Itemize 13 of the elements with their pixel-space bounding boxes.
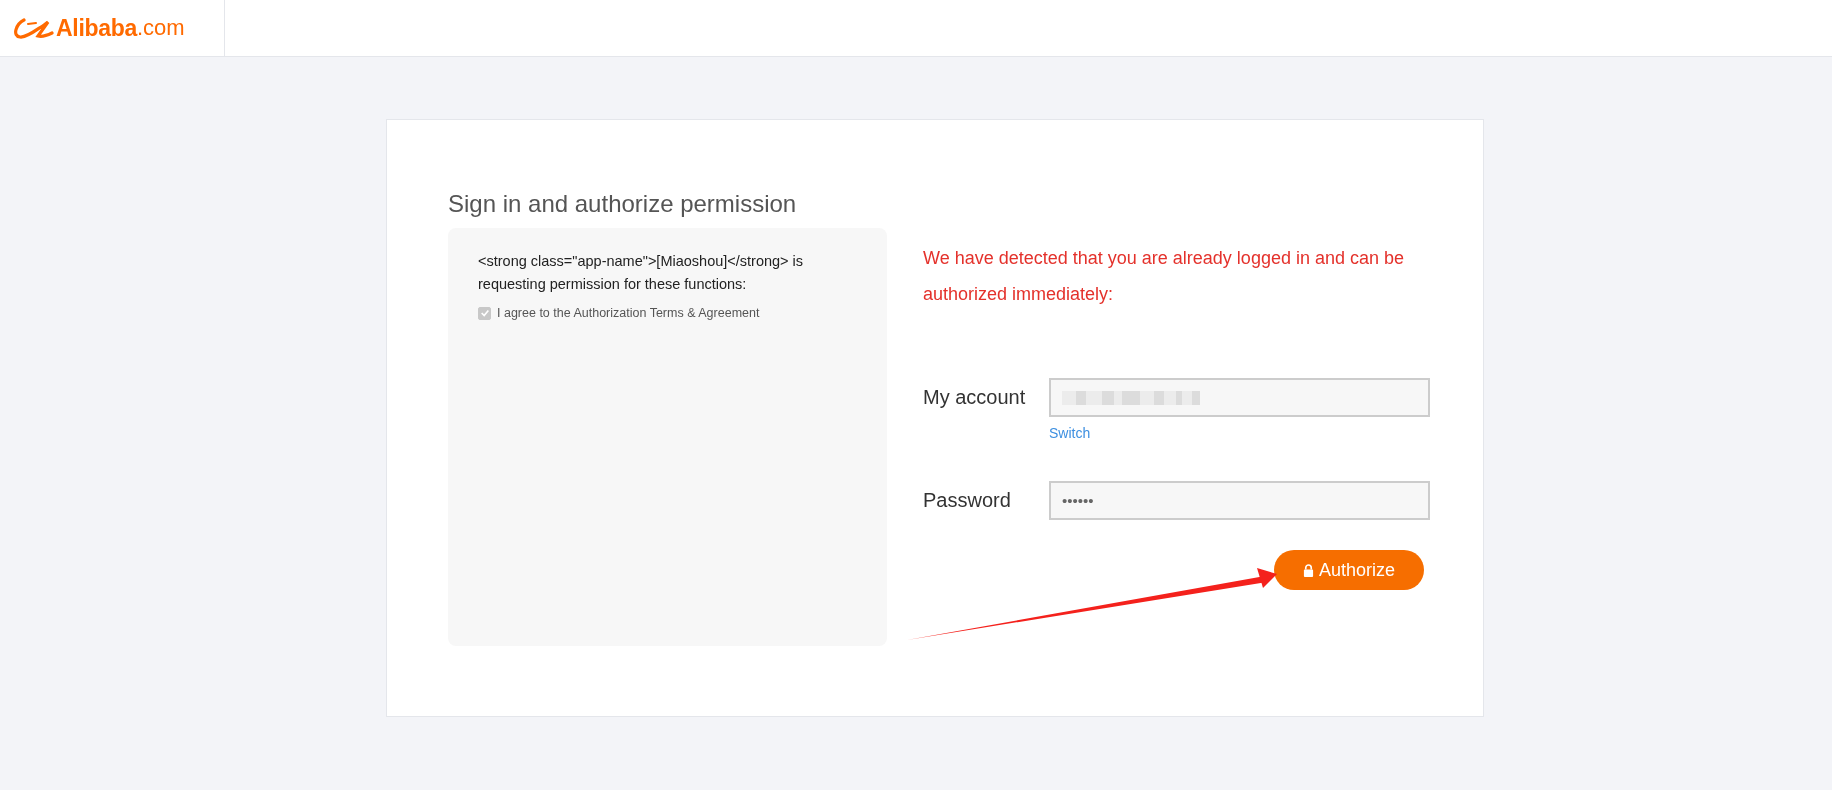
switch-link[interactable]: Switch xyxy=(1049,425,1091,441)
agreement-label: I agree to the Authorization Terms & Agreement xyxy=(497,306,760,320)
lock-icon xyxy=(1302,563,1314,577)
logged-in-notice: We have detected that you are already logged in and can be authorized immediately: xyxy=(923,247,1405,306)
logo-swoosh-icon xyxy=(14,16,54,40)
alibaba-logo[interactable]: Alibaba.com xyxy=(14,14,185,42)
password-label: Password xyxy=(923,488,1012,513)
account-field[interactable] xyxy=(1049,378,1430,417)
password-field[interactable]: •••••• xyxy=(1049,481,1430,520)
permission-request-text: <strong class="app-name">[Miaoshou]</strong> is requesting permission for these functions: xyxy=(478,252,805,294)
account-label: My account xyxy=(923,385,1027,410)
page-title: Sign in and authorize permission xyxy=(448,190,798,218)
authorize-button[interactable]: Authorize xyxy=(1274,550,1424,590)
